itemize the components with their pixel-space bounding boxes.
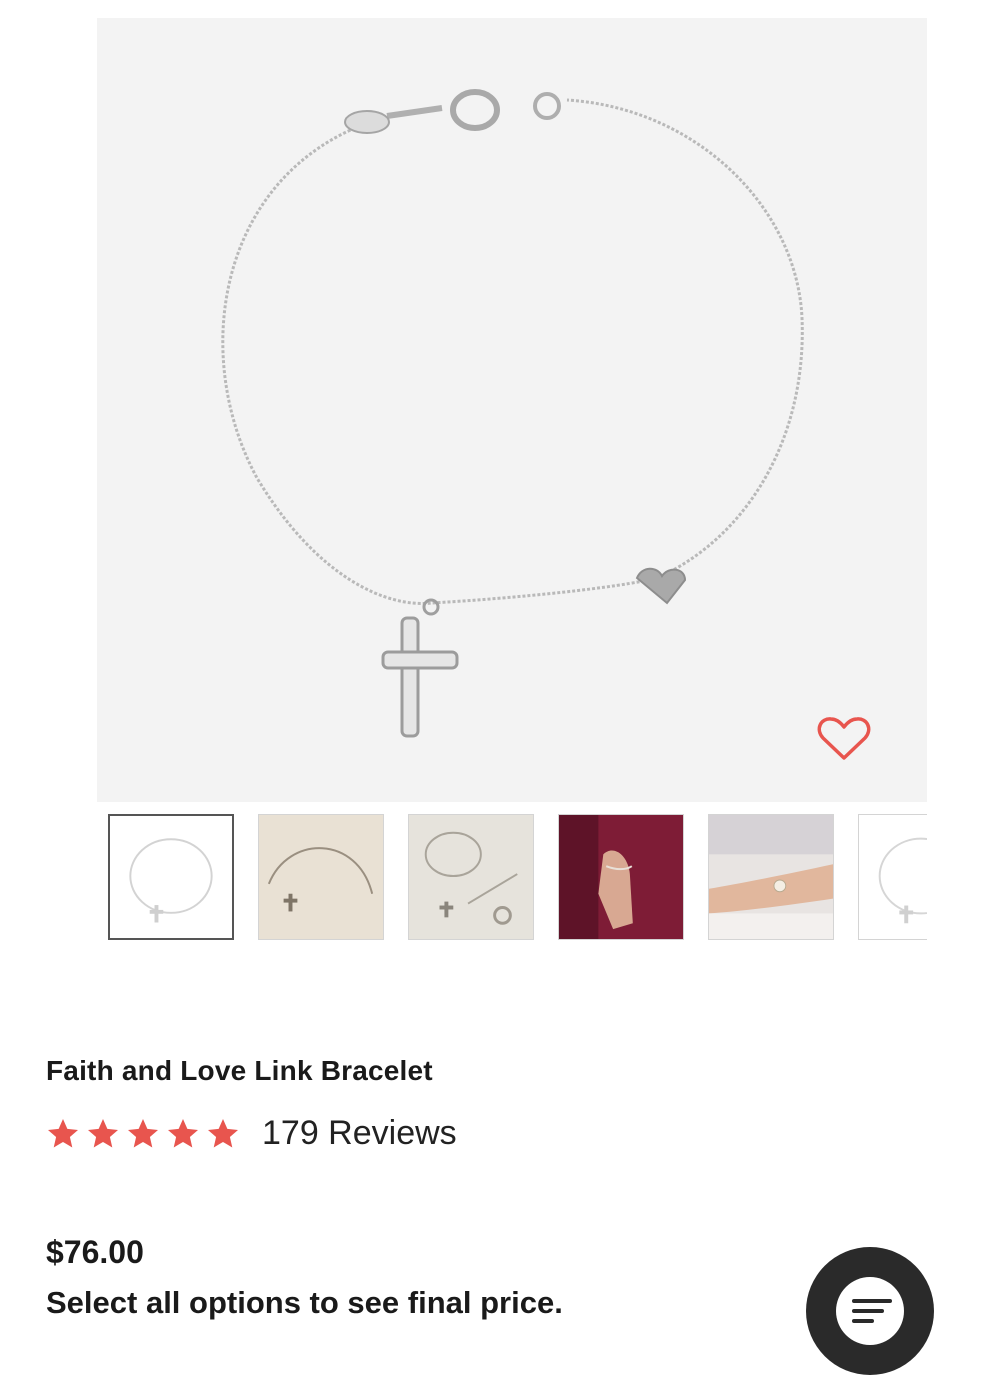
product-title: Faith and Love Link Bracelet xyxy=(46,1055,433,1086)
star-icon xyxy=(208,1118,238,1147)
thumbnail-strip[interactable] xyxy=(108,814,927,942)
thumbnail-1[interactable] xyxy=(108,814,234,940)
reviews-link[interactable]: 179 Reviews xyxy=(262,1114,457,1153)
chat-icon xyxy=(836,1277,904,1345)
star-icon xyxy=(128,1118,158,1147)
price-note: Select all options to see final price. xyxy=(46,1285,563,1320)
thumbnail-5[interactable] xyxy=(708,814,834,940)
thumbnail-2[interactable] xyxy=(258,814,384,940)
thumbnail-4[interactable] xyxy=(558,814,684,940)
product-rating[interactable]: 179 Reviews xyxy=(44,1114,457,1153)
star-icon xyxy=(168,1118,198,1147)
thumbnail-6[interactable] xyxy=(858,814,927,940)
star-rating xyxy=(44,1116,242,1152)
star-icon xyxy=(88,1118,118,1147)
star-icon xyxy=(48,1118,78,1147)
bracelet-image xyxy=(221,89,804,738)
chat-button[interactable] xyxy=(806,1247,934,1375)
thumbnail-3[interactable] xyxy=(408,814,534,940)
wishlist-heart-icon[interactable] xyxy=(817,716,871,762)
product-main-image[interactable] xyxy=(97,18,927,802)
product-price: $76.00 xyxy=(46,1234,144,1270)
